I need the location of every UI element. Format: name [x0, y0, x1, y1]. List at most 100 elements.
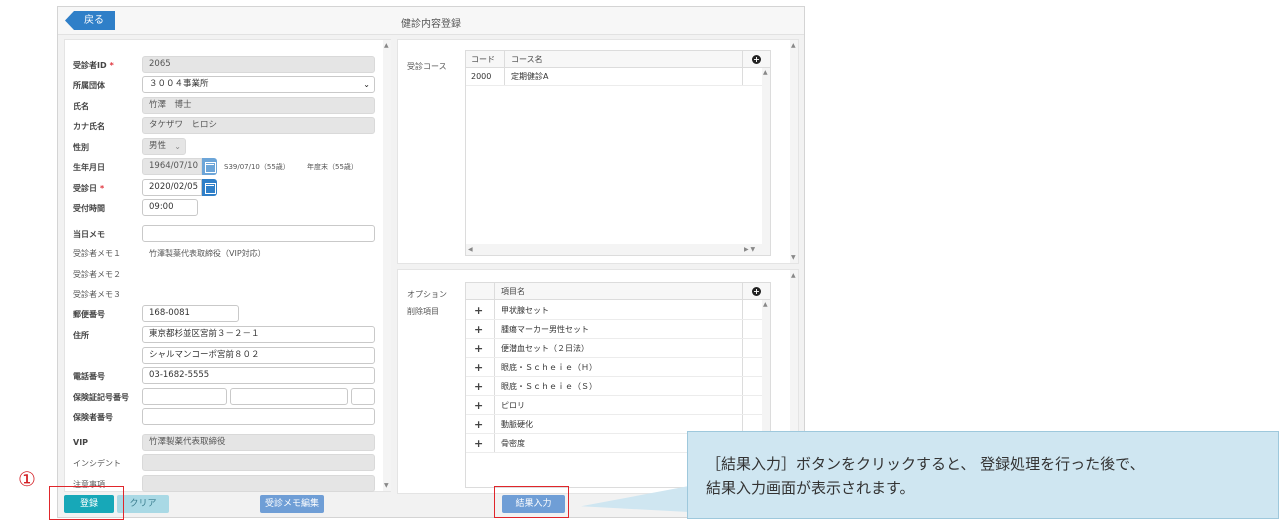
scroll-left-icon[interactable]: ◀	[468, 246, 473, 253]
gender-value: 男性	[149, 141, 167, 151]
course-table-scrollbar[interactable]: ▲	[762, 68, 770, 244]
organization-label: 所属団体	[73, 81, 105, 90]
screen: 戻る 健診内容登録 受診者ID * 2065 所属団体 ３００４事業所 ⌄ 氏名 竹…	[0, 0, 1286, 531]
list-item[interactable]: + 腫瘍マーカー男性セット	[466, 320, 770, 339]
insurer-no-label: 保険者番号	[73, 413, 113, 422]
insurance-symbol-field[interactable]	[142, 388, 227, 405]
organization-select[interactable]: ３００４事業所 ⌄	[142, 76, 375, 93]
scroll-up-icon[interactable]: ▲	[791, 272, 796, 279]
scroll-up-icon[interactable]: ▲	[763, 301, 768, 308]
scroll-down-icon[interactable]: ▼	[384, 482, 389, 489]
scroll-up-icon[interactable]: ▲	[791, 42, 796, 49]
vip-label: VIP	[73, 438, 89, 447]
plus-icon[interactable]: +	[474, 377, 483, 396]
insurer-no-field[interactable]	[142, 408, 375, 425]
birthdate-field: 1964/07/10	[142, 158, 202, 175]
callout-box: ［結果入力］ボタンをクリックすると、 登録処理を行った後で、 結果入力画面が表示…	[687, 431, 1279, 519]
postal-code-label: 郵便番号	[73, 310, 105, 319]
phone-field[interactable]: 03-1682-5555	[142, 367, 375, 384]
option-item-name: 腫瘍マーカー男性セット	[501, 325, 589, 334]
course-table-hscrollbar[interactable]: ◀ ▶ ▼	[466, 244, 770, 255]
plus-icon[interactable]: +	[474, 339, 483, 358]
gender-label: 性別	[73, 143, 89, 152]
plus-icon[interactable]: +	[474, 301, 483, 320]
exam-date-label: 受診日 *	[73, 184, 105, 193]
form-scrollbar[interactable]: ▲ ▼	[383, 40, 391, 491]
plus-icon[interactable]: +	[474, 320, 483, 339]
plus-icon[interactable]: +	[474, 434, 483, 453]
column-header-item-name: 項目名	[501, 287, 525, 296]
course-label: 受診コース	[407, 62, 447, 71]
name-field: 竹澤 博士	[142, 97, 375, 114]
insurance-number-field[interactable]	[230, 388, 348, 405]
plus-icon[interactable]: +	[474, 358, 483, 377]
table-row[interactable]: 2000 定期健診A	[466, 68, 770, 86]
calendar-icon	[202, 158, 217, 175]
course-code: 2000	[471, 72, 492, 81]
list-item[interactable]: + 甲状腺セット	[466, 301, 770, 320]
fiscal-year-age: 年度末（55歳）	[307, 163, 358, 171]
add-course-icon[interactable]: +	[752, 55, 761, 64]
day-memo-label: 当日メモ	[73, 230, 105, 239]
postal-code-field[interactable]: 168-0081	[142, 305, 239, 322]
callout-line-1: ［結果入力］ボタンをクリックすると、 登録処理を行った後で、	[706, 455, 1145, 473]
deleted-items-label: 削除項目	[407, 307, 439, 316]
option-item-name: ピロリ	[501, 401, 525, 410]
scroll-right-icon[interactable]: ▶ ▼	[744, 246, 755, 253]
clear-button[interactable]: クリア	[117, 495, 169, 513]
plus-icon[interactable]: +	[474, 415, 483, 434]
option-item-name: 眼底・Ｓｃｈｅｉｅ（Ｓ）	[501, 382, 597, 391]
required-mark: *	[109, 61, 114, 70]
callout-text: ［結果入力］ボタンをクリックすると、 登録処理を行った後で、 結果入力画面が表示…	[706, 452, 1145, 500]
column-header-course-name: コース名	[511, 55, 543, 64]
incident-label: インシデント	[73, 459, 121, 468]
address-line1-field[interactable]: 東京都杉並区宮前３－２－１	[142, 326, 375, 343]
reception-time-field[interactable]: 09:00	[142, 199, 198, 216]
scroll-down-icon[interactable]: ▼	[791, 254, 796, 261]
step-number: ①	[18, 467, 36, 491]
memo2-label: 受診者メモ２	[73, 270, 121, 279]
list-item[interactable]: + 便潜血セット（２日法）	[466, 339, 770, 358]
required-mark: *	[100, 184, 105, 193]
address-label: 住所	[73, 331, 89, 340]
kana-name-label: カナ氏名	[73, 122, 105, 131]
exam-date-field[interactable]: 2020/02/05	[142, 179, 202, 196]
memo3-label: 受診者メモ３	[73, 290, 121, 299]
course-panel-scrollbar[interactable]: ▲ ▼	[790, 40, 798, 263]
calendar-icon[interactable]	[202, 179, 217, 196]
examinee-form-panel: 受診者ID * 2065 所属団体 ３００４事業所 ⌄ 氏名 竹澤 博士 カナ氏名 …	[64, 39, 391, 492]
add-option-icon[interactable]: +	[752, 287, 761, 296]
day-memo-field[interactable]	[142, 225, 375, 242]
reception-time-label: 受付時間	[73, 204, 105, 213]
option-item-name: 骨密度	[501, 439, 525, 448]
course-table-header: コード コース名 +	[466, 51, 770, 68]
examinee-id-field: 2065	[142, 56, 375, 73]
examinee-id-label: 受診者ID *	[73, 61, 114, 70]
plus-icon[interactable]: +	[474, 396, 483, 415]
option-item-name: 甲状腺セット	[501, 306, 549, 315]
title-bar: 戻る 健診内容登録	[58, 7, 804, 35]
phone-label: 電話番号	[73, 372, 105, 381]
scroll-up-icon[interactable]: ▲	[763, 69, 768, 76]
option-item-name: 眼底・Ｓｃｈｅｉｅ（Ｈ）	[501, 363, 597, 372]
course-name: 定期健診A	[511, 72, 549, 81]
insurance-branch-field[interactable]	[351, 388, 375, 405]
list-item[interactable]: + 眼底・Ｓｃｈｅｉｅ（Ｈ）	[466, 358, 770, 377]
gender-select: 男性 ⌄	[142, 138, 186, 155]
organization-value: ３００４事業所	[149, 79, 209, 89]
birthdate-era-age: S39/07/10（55歳）	[224, 163, 290, 171]
name-label: 氏名	[73, 102, 89, 111]
memo-edit-button[interactable]: 受診メモ編集	[260, 495, 324, 513]
address-line2-field[interactable]: シャルマンコーポ宮前８０２	[142, 347, 375, 364]
list-item[interactable]: + ピロリ	[466, 396, 770, 415]
vip-field: 竹澤製薬代表取締役	[142, 434, 375, 451]
scroll-up-icon[interactable]: ▲	[384, 42, 389, 49]
register-highlight	[49, 486, 124, 520]
notes-field	[142, 475, 375, 492]
option-item-name: 便潜血セット（２日法）	[501, 344, 589, 353]
insurance-card-label: 保険証記号番号	[73, 393, 129, 402]
list-item[interactable]: + 眼底・Ｓｃｈｅｉｅ（Ｓ）	[466, 377, 770, 396]
option-label: オプション	[407, 290, 447, 299]
kana-name-field: タケザワ ヒロシ	[142, 117, 375, 134]
option-table-header: 項目名 +	[466, 283, 770, 300]
